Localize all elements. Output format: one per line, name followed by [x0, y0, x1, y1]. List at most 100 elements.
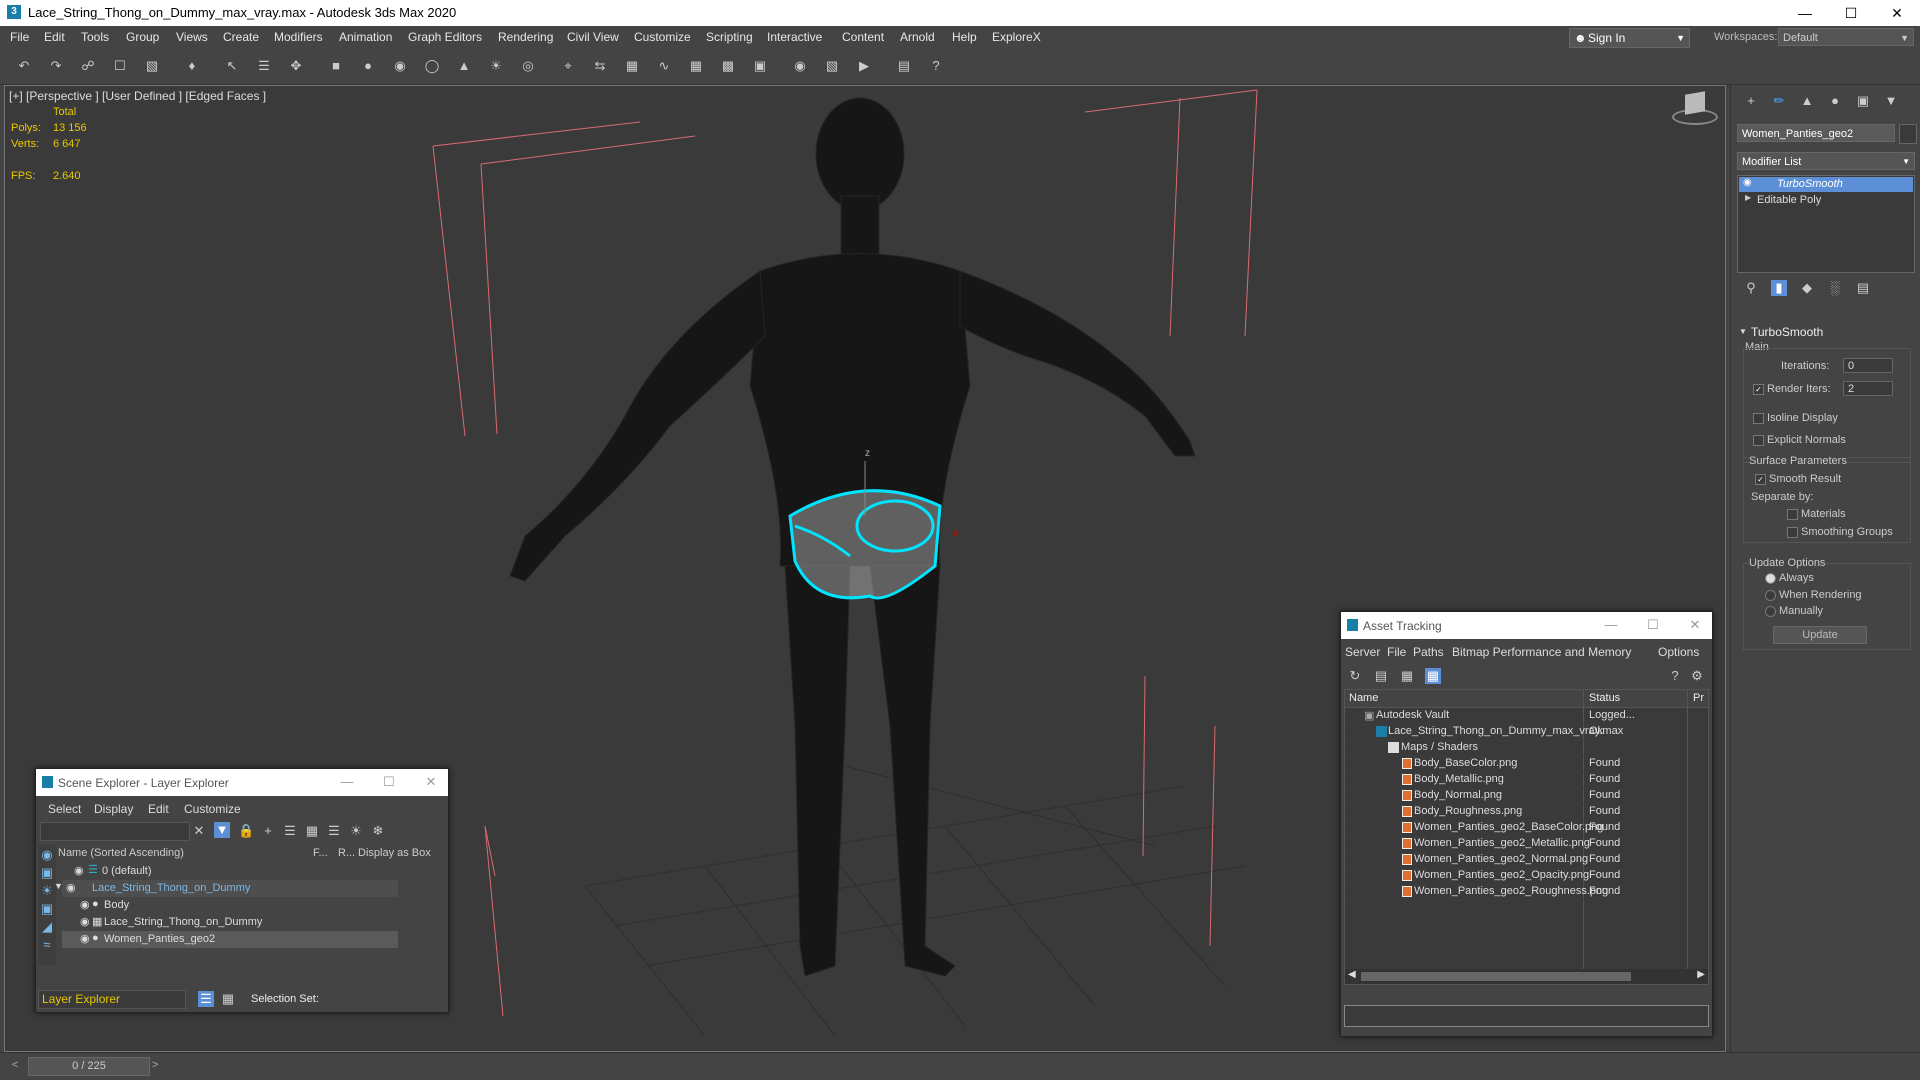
- next-frame-icon[interactable]: >: [152, 1059, 158, 1071]
- menu-interactive[interactable]: Interactive: [767, 30, 822, 44]
- add-layer-icon[interactable]: +: [260, 823, 276, 839]
- asset-row[interactable]: ▣ Autodesk Vault Logged...: [1348, 708, 1645, 725]
- always-radio[interactable]: [1765, 573, 1776, 584]
- render-icon[interactable]: ◉: [792, 58, 808, 74]
- bind-spacewarp-icon[interactable]: ▧: [144, 58, 160, 74]
- modify-tab-icon[interactable]: ✏: [1771, 93, 1787, 109]
- motion-tab-icon[interactable]: ●: [1827, 93, 1843, 109]
- create-tab-icon[interactable]: +: [1743, 93, 1759, 109]
- rollout-title[interactable]: TurboSmooth: [1751, 325, 1823, 339]
- menu-arnold[interactable]: Arnold: [900, 30, 935, 44]
- link-icon[interactable]: ☍: [80, 58, 96, 74]
- clear-search-icon[interactable]: ✕: [191, 823, 207, 839]
- list-view-icon[interactable]: ▤: [1373, 668, 1389, 684]
- layers-icon[interactable]: ☰: [282, 823, 298, 839]
- material-editor-icon[interactable]: ▩: [720, 58, 736, 74]
- stack-item-editable-poly[interactable]: ▶ Editable Poly: [1739, 193, 1913, 208]
- menu-customize[interactable]: Customize: [634, 30, 691, 44]
- menu-modifiers[interactable]: Modifiers: [274, 30, 323, 44]
- menu-options[interactable]: Options: [1658, 645, 1699, 659]
- refresh-icon[interactable]: ↻: [1347, 668, 1363, 684]
- asset-row[interactable]: Women_Panties_geo2_BaseColor.png Found: [1348, 820, 1645, 837]
- asset-path-field[interactable]: [1344, 1005, 1709, 1027]
- asset-tracking-titlebar[interactable]: Asset Tracking — ☐ ✕: [1341, 612, 1712, 639]
- menu-bitmap-performance[interactable]: Bitmap Performance and Memory: [1452, 645, 1631, 659]
- asset-row[interactable]: Maps / Shaders: [1348, 740, 1645, 757]
- collapse-arrow-icon[interactable]: ▼: [54, 881, 63, 891]
- expand-arrow-icon[interactable]: ▶: [1745, 193, 1751, 202]
- col-status-header[interactable]: Status: [1589, 692, 1620, 704]
- scroll-left-icon[interactable]: ◀: [1348, 969, 1356, 980]
- utilities-tab-icon[interactable]: ▼: [1883, 93, 1899, 109]
- stack-icon[interactable]: ☰: [326, 823, 342, 839]
- menu-views[interactable]: Views: [176, 30, 208, 44]
- settings-icon[interactable]: ⚙: [1689, 668, 1705, 684]
- asset-row[interactable]: Body_BaseColor.png Found: [1348, 756, 1645, 773]
- hierarchy-icon[interactable]: ▦: [304, 823, 320, 839]
- asset-row[interactable]: Women_Panties_geo2_Normal.png Found: [1348, 852, 1645, 869]
- menu-server[interactable]: Server: [1345, 645, 1380, 659]
- help-icon[interactable]: ?: [928, 58, 944, 74]
- col-name-header[interactable]: Name (Sorted Ascending): [58, 847, 184, 859]
- menu-customize[interactable]: Customize: [184, 802, 241, 816]
- minimize-button[interactable]: —: [1782, 0, 1828, 26]
- display-tab-icon[interactable]: ▣: [1855, 93, 1871, 109]
- light-bulb-icon[interactable]: ☀: [348, 823, 364, 839]
- menu-explorex[interactable]: ExploreX: [992, 30, 1041, 44]
- explorer-type-dropdown[interactable]: Layer Explorer: [38, 990, 186, 1009]
- undo-icon[interactable]: ↶: [16, 58, 32, 74]
- layer-row[interactable]: ◉ ☰ 0 (default): [62, 863, 398, 880]
- asset-row[interactable]: Women_Panties_geo2_Roughness.png Found: [1348, 884, 1645, 901]
- menu-help[interactable]: Help: [952, 30, 977, 44]
- maximize-button[interactable]: ☐: [1638, 615, 1668, 635]
- box-icon[interactable]: ■: [328, 58, 344, 74]
- help-icon[interactable]: ?: [1667, 668, 1683, 684]
- menu-animation[interactable]: Animation: [339, 30, 392, 44]
- menu-file[interactable]: File: [1387, 645, 1406, 659]
- unlink-icon[interactable]: ☐: [112, 58, 128, 74]
- display-helpers-icon[interactable]: ◢: [39, 919, 55, 935]
- materials-checkbox[interactable]: [1787, 509, 1798, 520]
- maximize-button[interactable]: ☐: [374, 772, 404, 792]
- material-icon[interactable]: ◎: [520, 58, 536, 74]
- select-by-name-icon[interactable]: ☰: [256, 58, 272, 74]
- schematic-icon[interactable]: ▦: [688, 58, 704, 74]
- geosphere-icon[interactable]: ◉: [392, 58, 408, 74]
- asset-row[interactable]: Body_Normal.png Found: [1348, 788, 1645, 805]
- render-iters-checkbox[interactable]: ✓: [1753, 384, 1764, 395]
- eye-icon[interactable]: ◉: [80, 915, 90, 928]
- col-pr-header[interactable]: Pr: [1693, 692, 1704, 704]
- minimize-button[interactable]: —: [1596, 615, 1626, 635]
- table-view-icon[interactable]: ▦: [1425, 668, 1441, 684]
- render-production-icon[interactable]: ▶: [856, 58, 872, 74]
- align-icon[interactable]: ▦: [624, 58, 640, 74]
- pin-stack-icon[interactable]: ⚲: [1743, 280, 1759, 296]
- detail-view-icon[interactable]: ▦: [1399, 668, 1415, 684]
- explicit-normals-checkbox[interactable]: [1753, 435, 1764, 446]
- redo-icon[interactable]: ↷: [48, 58, 64, 74]
- when-rendering-radio[interactable]: [1765, 590, 1776, 601]
- remove-modifier-icon[interactable]: ░: [1827, 280, 1843, 296]
- menu-paths[interactable]: Paths: [1413, 645, 1444, 659]
- prev-frame-icon[interactable]: <: [12, 1059, 18, 1071]
- light-icon[interactable]: ☀: [488, 58, 504, 74]
- smoothing-groups-checkbox[interactable]: [1787, 527, 1798, 538]
- asset-row[interactable]: Women_Panties_geo2_Metallic.png Found: [1348, 836, 1645, 853]
- menu-create[interactable]: Create: [223, 30, 259, 44]
- menu-edit[interactable]: Edit: [148, 802, 169, 816]
- object-row[interactable]: ◉ ● Women_Panties_geo2: [62, 931, 398, 948]
- manually-radio[interactable]: [1765, 606, 1776, 617]
- col-render-header[interactable]: R...: [338, 847, 355, 859]
- asset-row[interactable]: Lace_String_Thong_on_Dummy_max_vray.max …: [1348, 724, 1645, 741]
- close-button[interactable]: ✕: [416, 772, 446, 792]
- iterations-spinner[interactable]: 0: [1843, 358, 1893, 373]
- stack-item-turbosmooth[interactable]: ◉ TurboSmooth: [1739, 177, 1913, 192]
- close-button[interactable]: ✕: [1680, 615, 1710, 635]
- col-display-box-header[interactable]: Display as Box: [358, 847, 431, 859]
- scrollbar-thumb[interactable]: [1361, 972, 1631, 981]
- render-setup-icon[interactable]: ▣: [752, 58, 768, 74]
- menu-edit[interactable]: Edit: [44, 30, 65, 44]
- time-slider[interactable]: 0 / 225: [28, 1057, 150, 1076]
- rollout-collapse-icon[interactable]: ▼: [1739, 327, 1747, 336]
- display-spacewarps-icon[interactable]: ≈: [39, 937, 55, 953]
